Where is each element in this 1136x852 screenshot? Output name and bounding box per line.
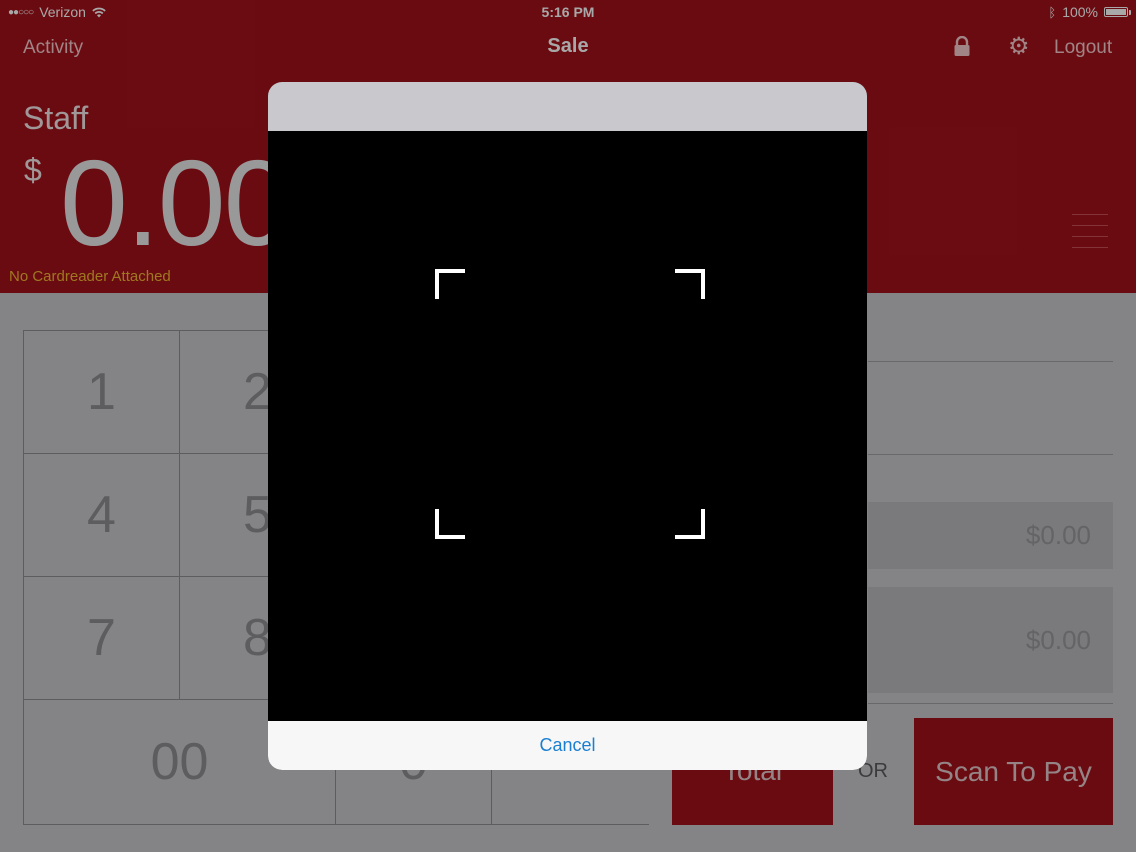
scan-frame-corner-top-left bbox=[435, 269, 465, 299]
modal-footer: Cancel bbox=[268, 721, 867, 770]
camera-view bbox=[268, 131, 867, 721]
cancel-button[interactable]: Cancel bbox=[533, 734, 601, 757]
pos-app: ●●○○○ Verizon 5:16 PM ᛒ 100% Activity Sa… bbox=[0, 0, 1136, 852]
scan-frame-corner-bottom-right bbox=[675, 509, 705, 539]
scan-frame-corner-top-right bbox=[675, 269, 705, 299]
scanner-modal: Cancel bbox=[268, 82, 867, 770]
scan-frame-corner-bottom-left bbox=[435, 509, 465, 539]
modal-header bbox=[268, 82, 867, 131]
